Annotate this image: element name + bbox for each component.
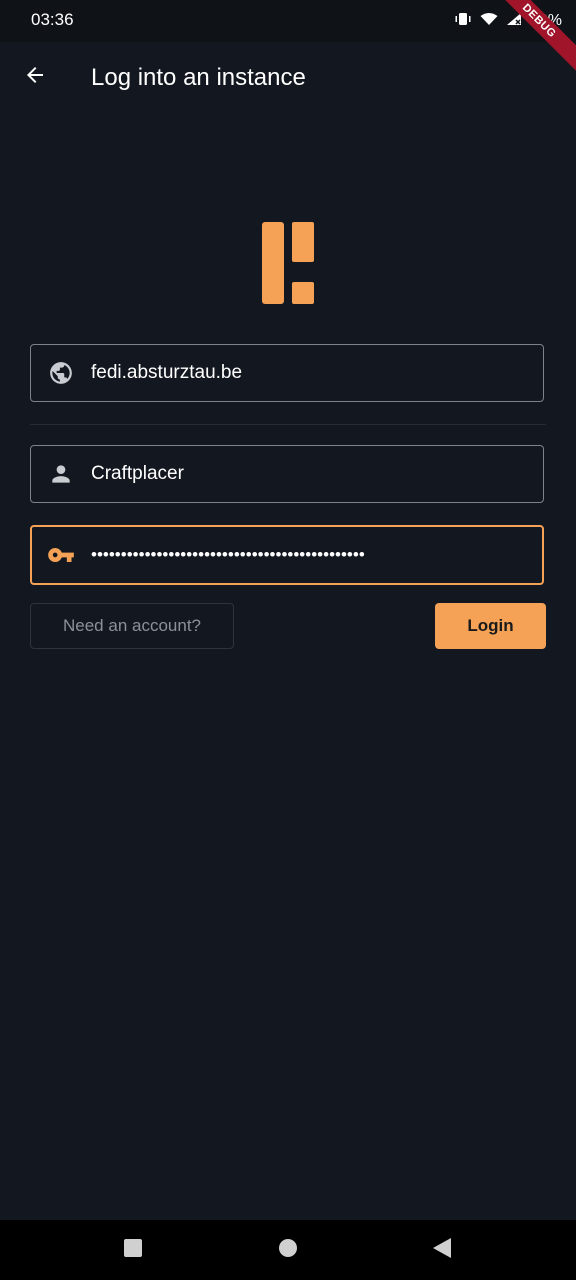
status-time: 03:36 [31,10,74,29]
key-icon [47,541,75,569]
home-button[interactable] [258,1220,318,1280]
instance-input[interactable]: fedi.absturztau.be [91,362,242,384]
recents-square-icon [123,1238,143,1263]
status-bar: 03:36 40% DEBUG [0,0,576,81]
arrow-left-icon [23,63,47,92]
person-icon [47,460,75,488]
divider [30,424,546,425]
home-circle-icon [278,1238,298,1263]
back-button[interactable] [14,56,56,98]
password-field[interactable]: ••••••••••••••••••••••••••••••••••••••••… [30,525,544,585]
username-field[interactable]: Craftplacer [30,445,544,503]
globe-icon [47,359,75,387]
wifi-icon [480,12,498,31]
app-bar: Log into an instance [0,42,576,112]
need-account-button[interactable]: Need an account? [30,603,234,649]
password-input[interactable]: ••••••••••••••••••••••••••••••••••••••••… [91,545,365,565]
username-input[interactable]: Craftplacer [91,463,184,485]
instance-field[interactable]: fedi.absturztau.be [30,344,544,402]
page-title: Log into an instance [91,64,306,91]
system-nav-bar [0,1220,576,1280]
app-logo [262,222,316,304]
vibrate-icon [454,12,472,31]
login-button[interactable]: Login [435,603,546,649]
back-triangle-icon [432,1237,452,1264]
recents-button[interactable] [103,1220,163,1280]
system-back-button[interactable] [412,1220,472,1280]
